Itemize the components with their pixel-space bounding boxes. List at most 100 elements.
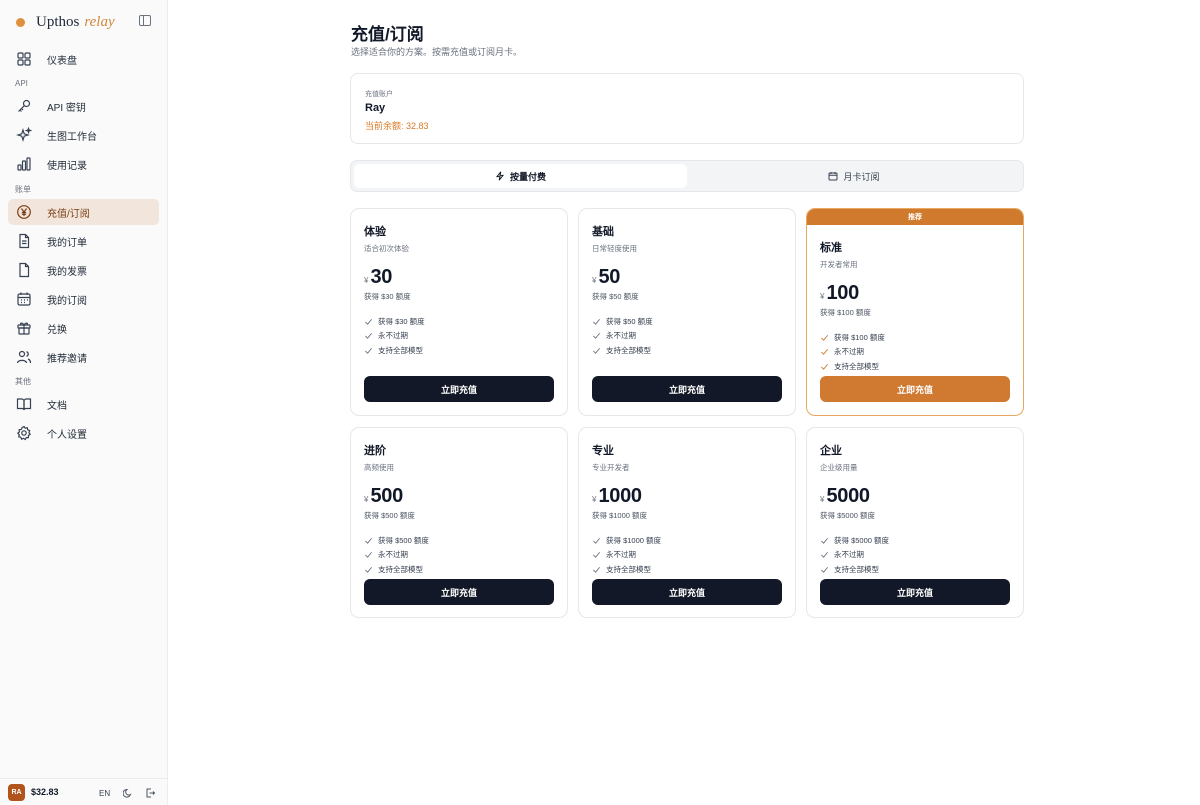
- sidebar-item-label: 推荐邀请: [47, 353, 87, 365]
- page-subtitle: 选择适合你的方案。按需充值或订阅月卡。: [351, 47, 523, 57]
- plan-card: 体验 适合初次体验 ¥30 获得 $30 额度 获得 $30 额度 永不过期 支…: [350, 208, 568, 416]
- plan-description: 日常轻度使用: [592, 244, 637, 253]
- calendar-icon: [16, 291, 32, 307]
- logout-icon[interactable]: [145, 788, 155, 798]
- sidebar-item-subscriptions[interactable]: 我的订阅: [8, 286, 159, 312]
- tab-pay-as-you-go[interactable]: 按量付费: [354, 164, 687, 188]
- feature-item: 支持全部模型: [364, 562, 554, 577]
- check-icon: [821, 537, 828, 544]
- check-icon: [365, 552, 372, 559]
- plan-name: 标准: [820, 242, 842, 254]
- sidebar-item-label: 文档: [47, 400, 67, 412]
- sidebar-item-invoices[interactable]: 我的发票: [8, 257, 159, 283]
- tab-label: 月卡订阅: [843, 171, 880, 182]
- yuan-circle-icon: [16, 204, 32, 220]
- plan-name: 专业: [592, 445, 614, 457]
- feature-item: 永不过期: [820, 548, 1010, 563]
- check-icon: [365, 566, 372, 573]
- brand-dot-icon: [16, 17, 25, 27]
- sidebar-item-label: 使用记录: [47, 160, 87, 172]
- sidebar-item-redeem[interactable]: 兑换: [8, 315, 159, 341]
- calendar-icon: [828, 172, 838, 181]
- check-icon: [593, 566, 600, 573]
- plan-name: 基础: [592, 226, 614, 238]
- feature-item: 获得 $100 额度: [820, 330, 1010, 345]
- sidebar-item-settings[interactable]: 个人设置: [8, 420, 159, 446]
- sidebar-item-label: 我的订单: [47, 237, 87, 249]
- check-icon: [821, 349, 828, 356]
- plan-quota: 获得 $100 额度: [820, 308, 871, 317]
- check-icon: [593, 347, 600, 354]
- check-icon: [593, 333, 600, 340]
- sidebar-item-label: 个人设置: [47, 429, 87, 441]
- section-label-billing: 账单: [15, 185, 31, 194]
- plan-name: 企业: [820, 445, 842, 457]
- section-label-other: 其他: [15, 377, 31, 386]
- feature-item: 永不过期: [592, 548, 782, 563]
- feature-item: 支持全部模型: [364, 343, 554, 358]
- avatar[interactable]: RA: [8, 783, 25, 801]
- feature-item: 支持全部模型: [820, 359, 1010, 374]
- sidebar-item-dashboard[interactable]: 仪表盘: [8, 46, 159, 72]
- plan-price: 100: [826, 282, 859, 304]
- billing-tabs: 按量付费 月卡订阅: [350, 160, 1024, 192]
- document-icon: [16, 233, 32, 249]
- account-card: 充值账户 Ray 当前余额: 32.83: [350, 73, 1024, 144]
- plan-description: 开发者常用: [820, 260, 858, 269]
- check-icon: [593, 552, 600, 559]
- sidebar-item-label: 兑换: [47, 324, 67, 336]
- plan-quota: 获得 $5000 额度: [820, 511, 876, 520]
- plan-card: 专业 专业开发者 ¥1000 获得 $1000 额度 获得 $1000 额度 永…: [578, 427, 796, 618]
- tab-label: 按量付费: [509, 171, 546, 182]
- check-icon: [821, 334, 828, 341]
- sidebar-item-docs[interactable]: 文档: [8, 391, 159, 417]
- plan-description: 专业开发者: [592, 463, 630, 472]
- topup-button[interactable]: 立即充值: [820, 376, 1010, 402]
- currency-symbol: ¥: [820, 495, 825, 504]
- plan-price: 5000: [826, 485, 870, 507]
- sidebar-collapse-icon[interactable]: [139, 15, 151, 26]
- sidebar-item-orders[interactable]: 我的订单: [8, 228, 159, 254]
- check-icon: [365, 537, 372, 544]
- sparkles-icon: [16, 127, 32, 143]
- check-icon: [365, 333, 372, 340]
- sidebar-item-label: 我的发票: [47, 266, 87, 278]
- check-icon: [821, 552, 828, 559]
- plan-description: 高频使用: [364, 463, 394, 472]
- language-toggle[interactable]: EN: [99, 789, 110, 798]
- currency-symbol: ¥: [592, 276, 597, 285]
- file-icon: [16, 262, 32, 278]
- topup-button[interactable]: 立即充值: [592, 579, 782, 605]
- sidebar-item-referral[interactable]: 推荐邀请: [8, 344, 159, 370]
- plan-quota: 获得 $30 额度: [364, 292, 411, 301]
- plan-quota: 获得 $1000 额度: [592, 511, 648, 520]
- sidebar-item-image-studio[interactable]: 生图工作台: [8, 122, 159, 148]
- tab-monthly[interactable]: 月卡订阅: [687, 164, 1021, 188]
- check-icon: [593, 318, 600, 325]
- recommended-badge: 推荐: [807, 209, 1023, 225]
- plan-price: 500: [370, 485, 403, 507]
- account-label: 充值账户: [365, 91, 393, 98]
- plan-name: 体验: [364, 226, 386, 238]
- brand-logo[interactable]: Upthos relay: [16, 12, 115, 32]
- plan-price: 30: [370, 266, 393, 288]
- topup-button[interactable]: 立即充值: [820, 579, 1010, 605]
- check-icon: [365, 318, 372, 325]
- sidebar-item-label: 充值/订阅: [47, 208, 90, 220]
- grid-icon: [16, 51, 32, 67]
- topup-button[interactable]: 立即充值: [364, 579, 554, 605]
- topup-button[interactable]: 立即充值: [592, 376, 782, 402]
- lightning-icon: [495, 171, 505, 181]
- moon-icon[interactable]: [123, 788, 133, 798]
- key-icon: [16, 98, 32, 114]
- account-name: Ray: [365, 102, 386, 114]
- plan-name: 进阶: [364, 445, 386, 457]
- topup-button[interactable]: 立即充值: [364, 376, 554, 402]
- sidebar-item-topup[interactable]: 充值/订阅: [8, 199, 159, 225]
- gear-icon: [16, 425, 32, 441]
- feature-item: 获得 $50 额度: [592, 314, 782, 329]
- feature-item: 永不过期: [820, 345, 1010, 360]
- sidebar-item-api-keys[interactable]: API 密钥: [8, 93, 159, 119]
- sidebar-item-usage[interactable]: 使用记录: [8, 151, 159, 177]
- feature-item: 获得 $5000 额度: [820, 533, 1010, 548]
